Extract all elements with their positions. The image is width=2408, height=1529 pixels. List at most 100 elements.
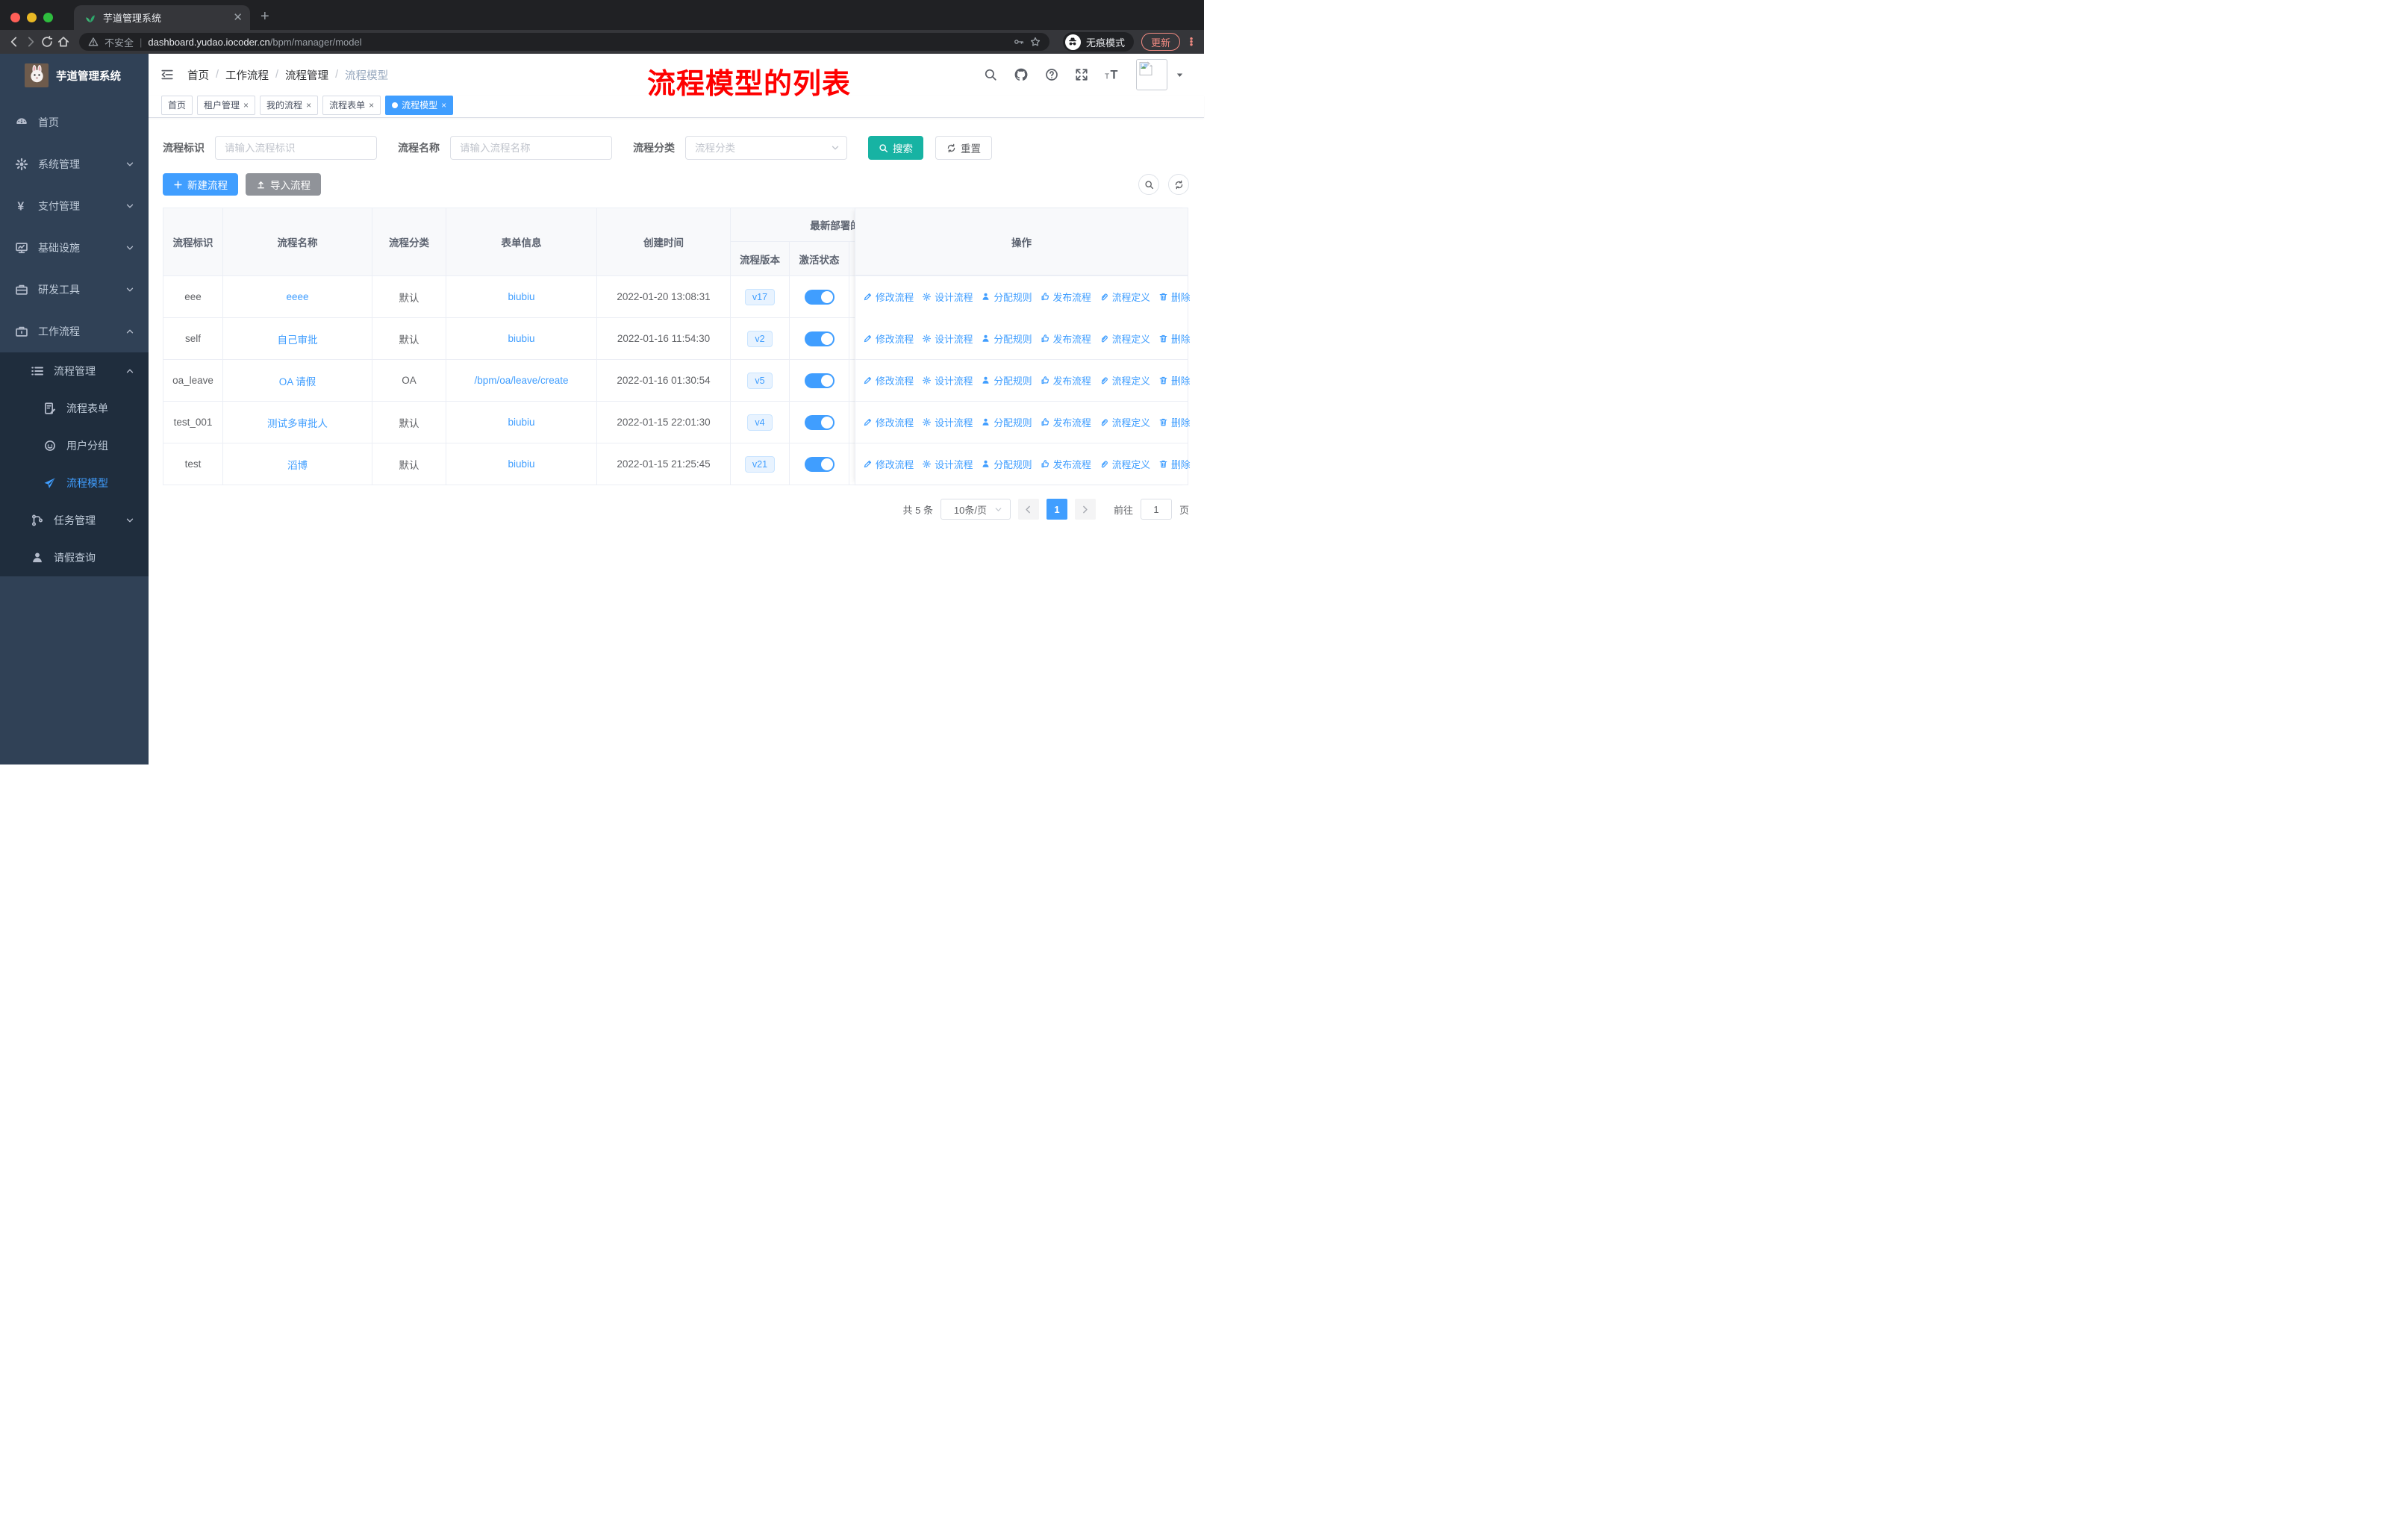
current-page[interactable]: 1 <box>1046 499 1067 520</box>
delete-link[interactable]: 删除 <box>1158 290 1191 304</box>
sidebar-item-home[interactable]: 首页 <box>0 102 149 143</box>
refresh-table-button[interactable] <box>1168 174 1189 195</box>
avatar[interactable] <box>1136 59 1167 90</box>
browser-menu-icon[interactable]: • • • <box>1186 34 1197 49</box>
bookmark-star-icon[interactable] <box>1030 37 1041 47</box>
publish-process-link[interactable]: 发布流程 <box>1041 290 1091 304</box>
process-name-link[interactable]: 测试多审批人 <box>267 415 328 430</box>
design-process-link[interactable]: 设计流程 <box>922 415 973 429</box>
tag-process-model[interactable]: 流程模型 × <box>385 95 454 115</box>
github-icon[interactable] <box>1014 67 1029 82</box>
design-process-link[interactable]: 设计流程 <box>922 373 973 387</box>
back-icon[interactable] <box>7 35 21 49</box>
delete-link[interactable]: 删除 <box>1158 331 1191 346</box>
sidebar-collapse-icon[interactable] <box>160 68 174 81</box>
sidebar-item-process-management[interactable]: 流程管理 <box>0 352 149 390</box>
sidebar-item-system[interactable]: 系统管理 <box>0 143 149 185</box>
sidebar-item-devtools[interactable]: 研发工具 <box>0 269 149 311</box>
publish-process-link[interactable]: 发布流程 <box>1041 331 1091 346</box>
form-info-link[interactable]: biubiu <box>508 417 534 428</box>
delete-link[interactable]: 删除 <box>1158 415 1191 429</box>
sidebar-item-workflow[interactable]: 工作流程 <box>0 311 149 352</box>
close-icon[interactable]: × <box>369 100 374 110</box>
design-process-link[interactable]: 设计流程 <box>922 331 973 346</box>
process-definition-link[interactable]: 流程定义 <box>1099 415 1150 429</box>
key-icon[interactable] <box>1014 37 1024 47</box>
next-page-button[interactable] <box>1074 499 1096 520</box>
delete-link[interactable]: 删除 <box>1158 457 1191 471</box>
reset-button[interactable]: 重置 <box>935 136 992 160</box>
assign-rule-link[interactable]: 分配规则 <box>981 415 1032 429</box>
active-toggle[interactable] <box>804 373 835 388</box>
modify-process-link[interactable]: 修改流程 <box>863 457 914 471</box>
assign-rule-link[interactable]: 分配规则 <box>981 331 1032 346</box>
process-name-link[interactable]: eeee <box>286 291 308 302</box>
publish-process-link[interactable]: 发布流程 <box>1041 415 1091 429</box>
update-button[interactable]: 更新 <box>1141 33 1180 51</box>
sidebar-item-task-management[interactable]: 任务管理 <box>0 502 149 539</box>
avatar-caret-icon[interactable] <box>1175 70 1185 80</box>
modify-process-link[interactable]: 修改流程 <box>863 290 914 304</box>
tag-my-process[interactable]: 我的流程 × <box>260 95 319 115</box>
publish-process-link[interactable]: 发布流程 <box>1041 373 1091 387</box>
close-icon[interactable]: × <box>441 100 446 110</box>
process-name-input[interactable] <box>450 136 612 160</box>
close-window-button[interactable] <box>10 13 20 22</box>
font-size-icon[interactable]: TT <box>1105 67 1120 82</box>
process-name-link[interactable]: 自己审批 <box>278 331 318 346</box>
search-icon[interactable] <box>984 68 997 81</box>
help-icon[interactable] <box>1045 68 1058 81</box>
sidebar-item-infra[interactable]: 基础设施 <box>0 227 149 269</box>
zoom-window-button[interactable] <box>43 13 53 22</box>
sidebar-logo-row[interactable]: 芋道管理系统 <box>0 54 149 97</box>
form-info-link[interactable]: /bpm/oa/leave/create <box>474 375 568 386</box>
publish-process-link[interactable]: 发布流程 <box>1041 457 1091 471</box>
page-size-select[interactable]: 10条/页 <box>940 499 1011 520</box>
process-definition-link[interactable]: 流程定义 <box>1099 457 1150 471</box>
sidebar-item-process-form[interactable]: 流程表单 <box>0 390 149 427</box>
tag-tenant[interactable]: 租户管理 × <box>197 95 256 115</box>
process-definition-link[interactable]: 流程定义 <box>1099 331 1150 346</box>
design-process-link[interactable]: 设计流程 <box>922 457 973 471</box>
process-category-select[interactable] <box>685 136 847 160</box>
close-icon[interactable]: × <box>306 100 311 110</box>
breadcrumb-home[interactable]: 首页 <box>187 67 209 83</box>
active-toggle[interactable] <box>804 289 835 305</box>
tag-process-form[interactable]: 流程表单 × <box>322 95 381 115</box>
form-info-link[interactable]: biubiu <box>508 458 534 470</box>
sidebar-item-process-model[interactable]: 流程模型 <box>0 464 149 502</box>
process-name-link[interactable]: OA 请假 <box>279 373 316 388</box>
new-tab-button[interactable]: + <box>261 8 269 25</box>
close-icon[interactable]: × <box>243 100 249 110</box>
process-id-input[interactable] <box>215 136 377 160</box>
reload-icon[interactable] <box>40 35 54 49</box>
create-process-button[interactable]: 新建流程 <box>163 173 238 196</box>
modify-process-link[interactable]: 修改流程 <box>863 415 914 429</box>
active-toggle[interactable] <box>804 456 835 472</box>
tag-home[interactable]: 首页 <box>161 95 193 115</box>
sidebar-item-payment[interactable]: ¥ 支付管理 <box>0 185 149 227</box>
fullscreen-icon[interactable] <box>1075 68 1088 81</box>
forward-icon[interactable] <box>24 35 37 49</box>
goto-page-input[interactable] <box>1140 499 1172 520</box>
tab-close-icon[interactable]: ✕ <box>233 12 243 23</box>
warning-icon[interactable] <box>88 37 99 47</box>
search-button[interactable]: 搜索 <box>868 136 923 160</box>
process-definition-link[interactable]: 流程定义 <box>1099 290 1150 304</box>
modify-process-link[interactable]: 修改流程 <box>863 373 914 387</box>
home-icon[interactable] <box>57 35 70 49</box>
sidebar-item-leave-query[interactable]: 请假查询 <box>0 539 149 576</box>
design-process-link[interactable]: 设计流程 <box>922 290 973 304</box>
prev-page-button[interactable] <box>1017 499 1039 520</box>
modify-process-link[interactable]: 修改流程 <box>863 331 914 346</box>
form-info-link[interactable]: biubiu <box>508 333 534 344</box>
breadcrumb-process-management[interactable]: 流程管理 <box>285 67 328 83</box>
assign-rule-link[interactable]: 分配规则 <box>981 373 1032 387</box>
delete-link[interactable]: 删除 <box>1158 373 1191 387</box>
import-process-button[interactable]: 导入流程 <box>246 173 321 196</box>
active-toggle[interactable] <box>804 414 835 430</box>
browser-tab[interactable]: 芋道管理系统 ✕ <box>74 5 250 30</box>
address-bar[interactable]: 不安全 | dashboard.yudao.iocoder.cn/bpm/man… <box>79 33 1049 51</box>
minimize-window-button[interactable] <box>27 13 37 22</box>
form-info-link[interactable]: biubiu <box>508 291 534 302</box>
